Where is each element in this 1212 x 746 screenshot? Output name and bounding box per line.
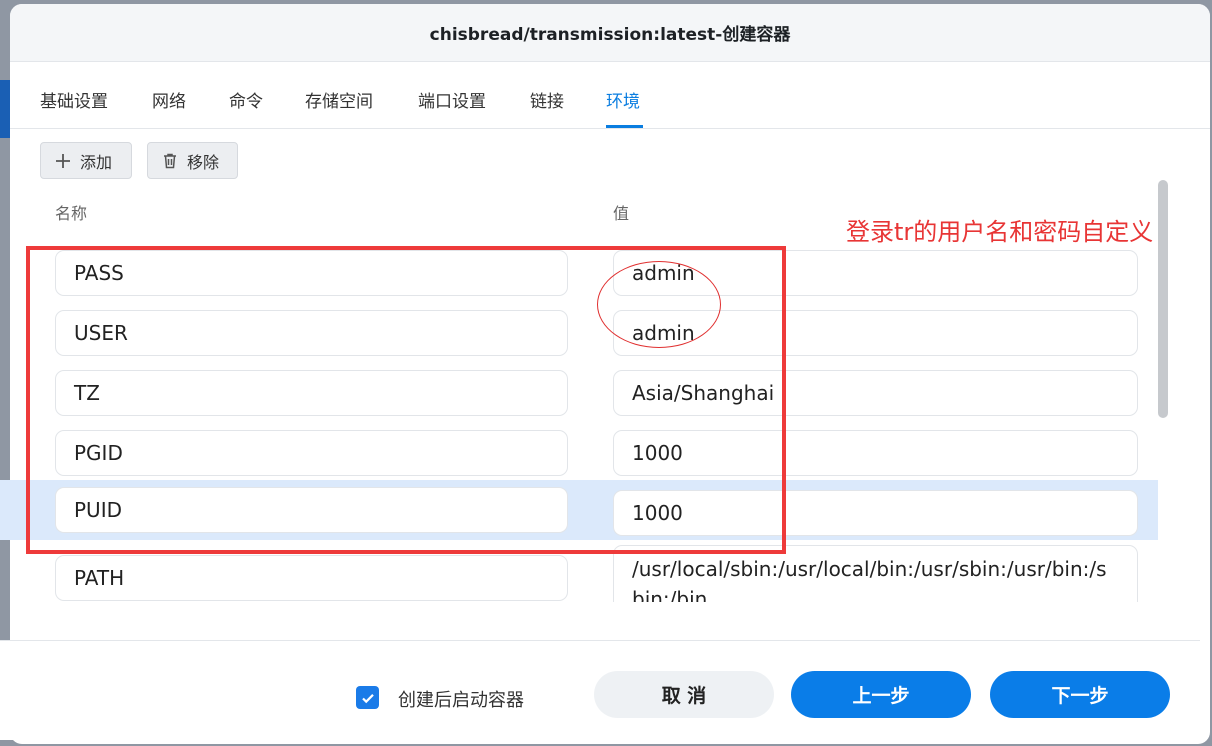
trash-icon <box>160 151 180 171</box>
checkmark-icon <box>361 693 374 703</box>
next-step-button[interactable]: 下一步 <box>990 671 1170 718</box>
column-header-value: 值 <box>613 204 630 223</box>
autostart-checkbox[interactable] <box>356 686 379 709</box>
previous-step-button[interactable]: 上一步 <box>791 671 971 718</box>
tab-links[interactable]: 链接 <box>530 87 564 112</box>
remove-button[interactable]: 移除 <box>147 142 238 179</box>
autostart-label: 创建后启动容器 <box>398 690 524 711</box>
env-name-input[interactable]: PATH <box>55 555 568 601</box>
remove-button-label: 移除 <box>187 152 220 172</box>
tab-environment[interactable]: 环境 <box>606 87 640 112</box>
tab-bar: 基础设置 网络 命令 存储空间 端口设置 链接 环境 <box>10 62 1210 129</box>
annotation-circle <box>597 261 721 348</box>
plus-icon <box>53 151 73 171</box>
dialog-title: chisbread/transmission:latest-创建容器 <box>429 25 791 45</box>
tab-network[interactable]: 网络 <box>152 87 186 112</box>
tab-basic-settings[interactable]: 基础设置 <box>40 87 108 112</box>
cancel-button[interactable]: 取 消 <box>594 671 774 718</box>
tab-storage[interactable]: 存储空间 <box>305 87 373 112</box>
tab-command[interactable]: 命令 <box>229 87 263 112</box>
dialog-header: chisbread/transmission:latest-创建容器 <box>10 4 1210 62</box>
tab-port-settings[interactable]: 端口设置 <box>418 87 486 112</box>
add-button-label: 添加 <box>80 152 113 172</box>
column-header-name: 名称 <box>55 204 88 223</box>
add-button[interactable]: 添加 <box>40 142 132 179</box>
list-scrollbar[interactable] <box>1158 180 1168 418</box>
active-tab-indicator <box>606 125 643 128</box>
